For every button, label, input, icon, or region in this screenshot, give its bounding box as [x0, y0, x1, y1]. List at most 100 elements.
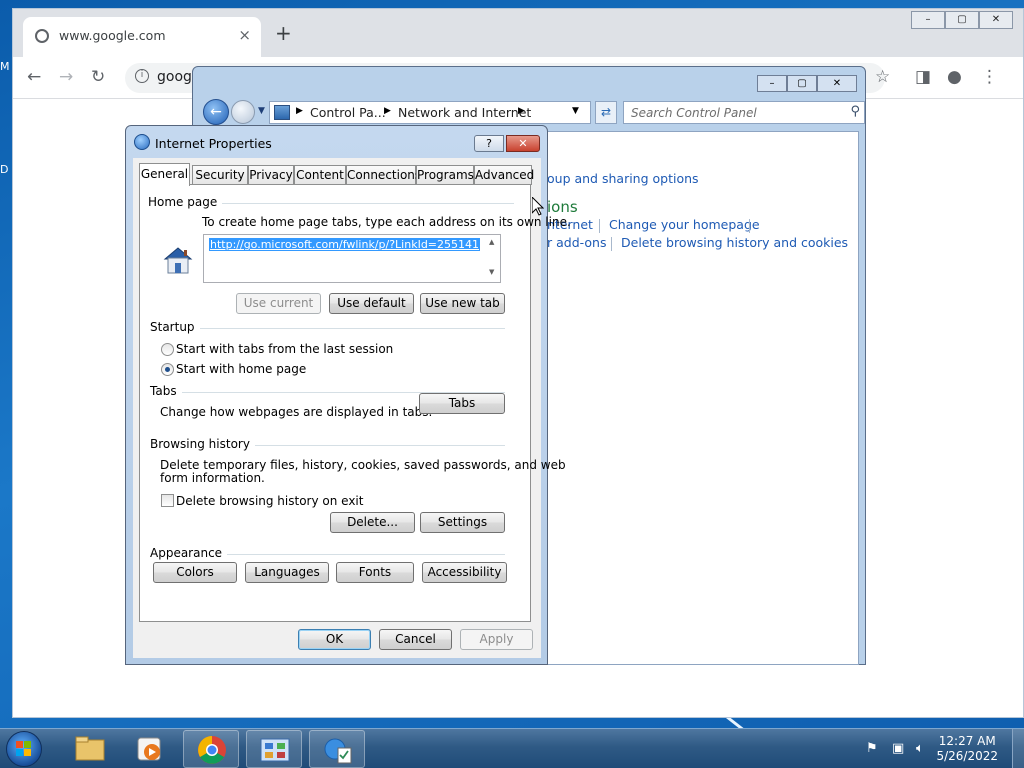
use-default-button[interactable]: Use default: [329, 293, 414, 314]
action-center-icon[interactable]: ▣: [892, 741, 904, 756]
close-window-button[interactable]: ✕: [979, 11, 1013, 29]
appearance-group-label: Appearance: [150, 546, 228, 560]
link-separator: [749, 219, 750, 233]
home-page-instruction: To create home page tabs, type each addr…: [202, 215, 571, 229]
clock-date: 5/26/2022: [936, 749, 998, 763]
radio-start-last-session[interactable]: [161, 343, 174, 356]
refresh-icon[interactable]: ⇄: [595, 101, 617, 124]
breadcrumb-arrow-icon[interactable]: ▶: [518, 106, 525, 116]
fonts-button[interactable]: Fonts: [336, 562, 414, 583]
scroll-down-icon[interactable]: ▼: [489, 268, 494, 276]
system-clock[interactable]: 12:27 AM 5/26/2022: [936, 734, 998, 764]
control-panel-address-bar[interactable]: ▶ Control Pa... ▶ Network and Internet ▶…: [269, 101, 591, 124]
taskbar-media-player[interactable]: [122, 730, 178, 768]
dialog-client-area: General Security Privacy Content Connect…: [133, 158, 571, 658]
taskbar-control-panel[interactable]: [246, 730, 302, 768]
breadcrumb-network-and-internet[interactable]: Network and Internet: [398, 105, 531, 120]
clock-time: 12:27 AM: [938, 734, 996, 748]
taskbar-file-explorer[interactable]: [62, 730, 118, 768]
tab-connections[interactable]: Connections: [346, 165, 421, 185]
forward-arrow-icon[interactable]: [231, 100, 255, 124]
search-icon[interactable]: ⚲: [850, 104, 860, 119]
reload-icon[interactable]: ↻: [91, 67, 105, 87]
chrome-tab-title: www.google.com: [59, 28, 166, 43]
breadcrumb-arrow-icon[interactable]: ▶: [384, 106, 391, 116]
taskbar-chrome[interactable]: [183, 730, 239, 768]
scroll-up-icon[interactable]: ▲: [489, 238, 494, 246]
start-button[interactable]: [6, 731, 42, 767]
tabs-group-label: Tabs: [150, 384, 182, 398]
home-page-url-textarea[interactable]: http://go.microsoft.com/fwlink/p/?LinkId…: [203, 234, 501, 283]
chrome-tab[interactable]: www.google.com ×: [23, 17, 261, 57]
info-icon[interactable]: i: [135, 69, 149, 83]
chrome-window-controls: – ▢ ✕: [911, 11, 1013, 29]
use-new-tab-button[interactable]: Use new tab: [420, 293, 505, 314]
show-desktop-button[interactable]: [1012, 729, 1024, 768]
link-change-homepage[interactable]: Change your homepage: [609, 217, 760, 232]
minimize-button[interactable]: –: [911, 11, 945, 29]
forward-arrow-icon[interactable]: →: [59, 67, 73, 87]
network-status-icon[interactable]: ⚑: [866, 741, 878, 756]
chevron-down-icon[interactable]: ▼: [572, 106, 579, 116]
internet-globe-icon: [134, 134, 150, 150]
volume-icon[interactable]: 🔈︎: [916, 741, 924, 756]
tab-programs[interactable]: Programs: [416, 165, 474, 185]
breadcrumb-arrow-icon[interactable]: ▶: [296, 106, 303, 116]
windows-logo-icon: [16, 741, 31, 756]
address-bar-url: googl: [157, 69, 196, 85]
radio-start-home-page[interactable]: [161, 363, 174, 376]
control-panel-search-input[interactable]: Search Control Panel ⚲: [623, 101, 865, 124]
history-settings-button[interactable]: Settings: [420, 512, 505, 533]
breadcrumb-control-panel[interactable]: Control Pa...: [310, 105, 386, 120]
side-panel-icon[interactable]: ◨: [915, 67, 931, 87]
group-separator: [150, 328, 505, 329]
control-panel-icon: [260, 738, 290, 762]
recent-pages-chevron-icon[interactable]: ▼: [258, 106, 265, 116]
close-dialog-button[interactable]: ✕: [506, 135, 540, 152]
accessibility-button[interactable]: Accessibility: [422, 562, 507, 583]
link-delete-browsing-history[interactable]: Delete browsing history and cookies: [621, 235, 848, 250]
tab-advanced[interactable]: Advanced: [474, 165, 534, 185]
control-panel-navbar: ← ▼ ▶ Control Pa... ▶ Network and Intern…: [201, 97, 865, 127]
profile-icon[interactable]: ●: [947, 67, 962, 87]
help-button[interactable]: ?: [474, 135, 504, 152]
tab-security[interactable]: Security: [192, 165, 248, 185]
start-home-page-label[interactable]: Start with home page: [176, 362, 306, 376]
link-manage-addons[interactable]: r add-ons: [547, 235, 606, 250]
use-current-button[interactable]: Use current: [236, 293, 321, 314]
chrome-tab-strip: www.google.com × + – ▢ ✕: [13, 9, 1023, 57]
dialog-title: Internet Properties: [155, 136, 272, 151]
control-panel-window-controls: – ▢ ✕: [757, 75, 857, 92]
back-arrow-icon[interactable]: ←: [203, 99, 229, 125]
browsing-history-description-line2: form information.: [160, 471, 265, 485]
start-last-session-label[interactable]: Start with tabs from the last session: [176, 342, 393, 356]
minimize-button[interactable]: –: [757, 75, 787, 92]
back-arrow-icon[interactable]: ←: [27, 67, 41, 87]
cancel-button[interactable]: Cancel: [379, 629, 452, 650]
tab-general[interactable]: General: [139, 163, 190, 186]
languages-button[interactable]: Languages: [245, 562, 329, 583]
colors-button[interactable]: Colors: [153, 562, 237, 583]
textarea-scrollbar[interactable]: ▲ ▼: [486, 235, 500, 281]
bookmark-star-icon[interactable]: ☆: [875, 67, 890, 87]
delete-on-exit-checkbox[interactable]: [161, 494, 174, 507]
delete-on-exit-label[interactable]: Delete browsing history on exit: [176, 494, 363, 508]
tab-privacy[interactable]: Privacy: [248, 165, 294, 185]
link-homegroup-sharing[interactable]: oup and sharing options: [547, 171, 699, 186]
internet-options-heading[interactable]: ions: [547, 198, 578, 216]
control-panel-icon: [274, 105, 290, 120]
maximize-button[interactable]: ▢: [787, 75, 817, 92]
search-placeholder: Search Control Panel: [631, 106, 757, 120]
close-window-button[interactable]: ✕: [817, 75, 857, 92]
apply-button[interactable]: Apply: [460, 629, 533, 650]
new-tab-button[interactable]: +: [275, 23, 292, 43]
maximize-button[interactable]: ▢: [945, 11, 979, 29]
delete-history-button[interactable]: Delete...: [330, 512, 415, 533]
close-tab-icon[interactable]: ×: [238, 26, 251, 44]
home-icon: [163, 247, 193, 274]
tab-content[interactable]: Content: [294, 165, 346, 185]
ok-button[interactable]: OK: [298, 629, 371, 650]
tabs-settings-button[interactable]: Tabs: [419, 393, 505, 414]
menu-dots-icon[interactable]: ⋮: [981, 67, 998, 87]
taskbar-internet-options[interactable]: [309, 730, 365, 768]
